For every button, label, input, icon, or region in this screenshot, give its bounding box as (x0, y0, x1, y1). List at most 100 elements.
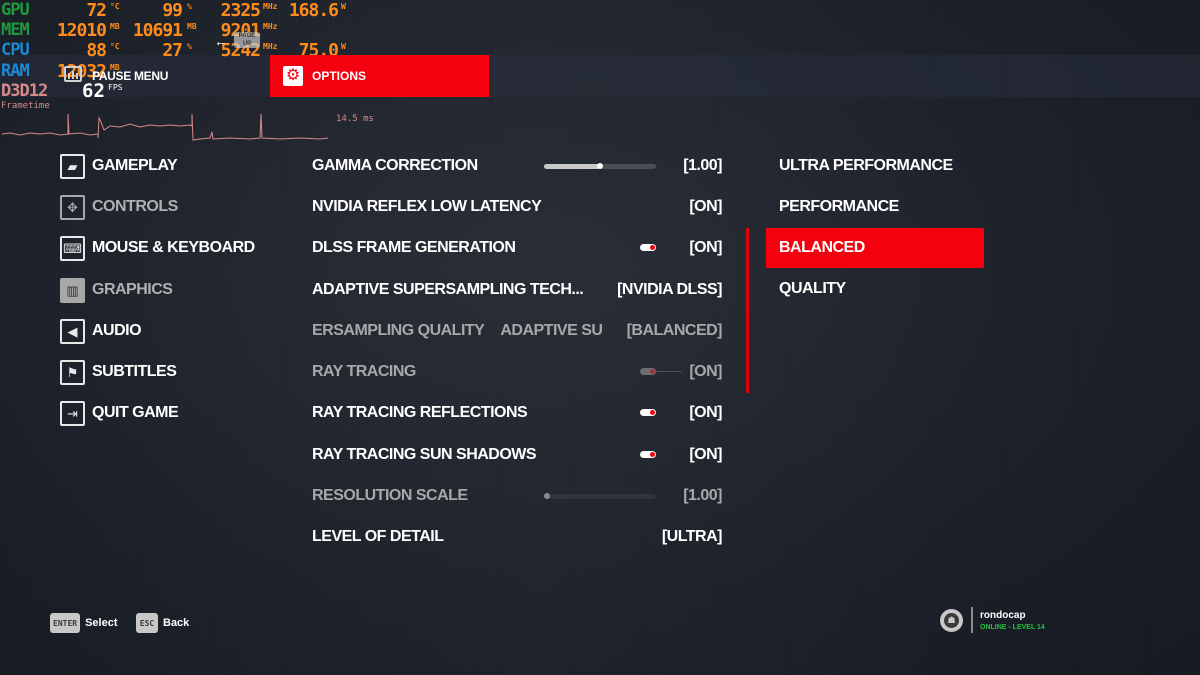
osd-unit: MHz (263, 22, 278, 31)
pause-menu-icon (64, 66, 82, 82)
dropdown-option-performance[interactable]: PERFORMANCE (766, 187, 984, 227)
setting-label: GAMMA CORRECTION (312, 157, 478, 174)
setting-resolution-scale[interactable]: RESOLUTION SCALE [1.00] (312, 483, 722, 509)
setting-value: [ON] (689, 446, 722, 463)
select-label: Select (85, 617, 118, 629)
resolution-slider[interactable] (544, 493, 656, 499)
osd-unit: MB (187, 22, 197, 31)
osd-unit: MHz (263, 42, 278, 51)
pistol-icon: ▰ (60, 153, 85, 179)
setting-label: RAY TRACING SUN SHADOWS (312, 446, 537, 463)
profile-divider (971, 607, 973, 633)
osd-value: 168.6 (288, 0, 339, 21)
setting-ray-tracing-reflections[interactable]: RAY TRACING REFLECTIONS [ON] (312, 400, 722, 426)
speaker-icon: ◀ (60, 318, 85, 344)
avatar: ☗ (940, 608, 963, 632)
fps-counter: 62 (82, 80, 105, 102)
monitor-icon: ▥ (60, 277, 85, 303)
frametime-graph (1, 113, 329, 141)
setting-value: [ON] (689, 239, 722, 256)
osd-unit: W (341, 42, 346, 51)
sidebar-item-audio[interactable]: ◀ AUDIO (60, 318, 142, 344)
flag-icon: ⚑ (60, 359, 85, 385)
sidebar-item-subtitles[interactable]: ⚑ SUBTITLES (60, 359, 177, 385)
tab-options[interactable]: ⚙ OPTIONS (270, 55, 489, 97)
osd-unit: % (187, 2, 192, 11)
osd-label: CPU (1, 40, 30, 60)
setting-value: [BALANCED] (626, 322, 723, 339)
dropdown-indicator (746, 228, 749, 393)
frametime-value: 14.5 ms (336, 114, 374, 124)
exit-icon: ⇥ (60, 400, 85, 426)
setting-label: DLSS FRAME GENERATION (312, 239, 516, 256)
sidebar-item-label: SUBTITLES (92, 363, 177, 380)
sidebar-item-controls[interactable]: ✥ CONTROLS (60, 194, 178, 220)
sidebar-item-label: QUIT GAME (92, 404, 179, 421)
setting-ray-tracing-sun-shadows[interactable]: RAY TRACING SUN SHADOWS [ON] (312, 442, 722, 468)
toggle-switch[interactable] (640, 368, 656, 375)
player-profile: ☗ rondocap ONLINE - LEVEL 14 (940, 607, 1045, 633)
setting-value: [ON] (689, 363, 722, 380)
osd-unit: °C (110, 42, 120, 51)
osd-label: RAM (1, 61, 30, 81)
osd-value: 10691 (132, 20, 183, 41)
frametime-line (1, 113, 329, 141)
osd-label: D3D12 (1, 81, 48, 101)
toggle-switch[interactable] (640, 409, 656, 416)
setting-ray-tracing[interactable]: RAY TRACING [ON] (312, 359, 722, 385)
back-arrow-icon[interactable]: ← (214, 33, 228, 49)
setting-gamma-correction[interactable]: GAMMA CORRECTION [1.00] (312, 153, 722, 179)
frametime-label: Frametime (1, 101, 50, 111)
enter-keycap: ENTER (50, 613, 81, 633)
slider-fill (544, 164, 600, 169)
setting-label: RAY TRACING REFLECTIONS (312, 404, 528, 421)
back-hint[interactable]: ESC Back (136, 613, 189, 633)
setting-value: [ON] (689, 404, 722, 421)
setting-nvidia-reflex[interactable]: NVIDIA REFLEX LOW LATENCY [ON] (312, 194, 722, 220)
sidebar-item-label: GRAPHICS (92, 281, 173, 298)
sidebar-item-quit-game[interactable]: ⇥ QUIT GAME (60, 400, 179, 426)
fps-unit: FPS (108, 83, 123, 92)
setting-adaptive-supersampling-tech[interactable]: ADAPTIVE SUPERSAMPLING TECH... [NVIDIA D… (312, 277, 722, 303)
gear-icon: ⚙ (283, 66, 303, 86)
profile-username: rondocap (980, 609, 1026, 621)
esc-keycap: ESC (136, 613, 158, 633)
toggle-switch[interactable] (640, 451, 656, 458)
slider-thumb[interactable] (597, 163, 603, 169)
select-hint[interactable]: ENTER Select (50, 613, 118, 633)
dropdown-option-quality[interactable]: QUALITY (766, 269, 984, 309)
sidebar-item-gameplay[interactable]: ▰ GAMEPLAY (60, 153, 178, 179)
setting-label-marquee: ERSAMPLING QUALITY ADAPTIVE SU (312, 322, 602, 340)
osd-unit: MHz (263, 2, 278, 11)
profile-status: ONLINE - LEVEL 14 (980, 623, 1045, 631)
osd-label: GPU (1, 0, 30, 20)
page-up-keycap[interactable]: PAGE UP (234, 32, 260, 48)
setting-dlss-frame-generation[interactable]: DLSS FRAME GENERATION [ON] (312, 235, 722, 261)
gamma-slider[interactable] (544, 163, 656, 169)
osd-unit: °C (110, 2, 120, 11)
setting-label: NVIDIA REFLEX LOW LATENCY (312, 198, 542, 215)
osd-value: 72 (86, 0, 107, 21)
sidebar-item-graphics[interactable]: ▥ GRAPHICS (60, 277, 173, 303)
osd-value: 2325 (220, 0, 261, 21)
dpad-icon: ✥ (60, 194, 85, 220)
setting-level-of-detail[interactable]: LEVEL OF DETAIL [ULTRA] (312, 524, 723, 550)
dropdown-option-balanced[interactable]: BALANCED (766, 228, 984, 268)
back-label: Back (163, 617, 190, 629)
setting-label: LEVEL OF DETAIL (312, 528, 444, 545)
keyboard-icon: ⌨ (60, 235, 85, 261)
header-bar (0, 55, 1200, 97)
toggle-track-line (656, 371, 682, 372)
setting-value: [ULTRA] (661, 528, 723, 545)
slider-thumb[interactable] (544, 493, 550, 499)
sidebar-item-label: AUDIO (92, 322, 142, 339)
sidebar-item-label: CONTROLS (92, 198, 178, 215)
setting-label-repeat: ADAPTIVE SU (500, 322, 602, 339)
toggle-switch[interactable] (640, 244, 656, 251)
dropdown-option-ultra-performance[interactable]: ULTRA PERFORMANCE (766, 146, 984, 186)
setting-value: [NVIDIA DLSS] (617, 281, 722, 298)
tab-options-label: OPTIONS (312, 69, 367, 83)
setting-label: ADAPTIVE SUPERSAMPLING TECH... (312, 281, 584, 298)
setting-adaptive-supersampling-quality[interactable]: ERSAMPLING QUALITY ADAPTIVE SU [BALANCED] (312, 318, 723, 344)
sidebar-item-mouse-keyboard[interactable]: ⌨ MOUSE & KEYBOARD (60, 235, 255, 261)
